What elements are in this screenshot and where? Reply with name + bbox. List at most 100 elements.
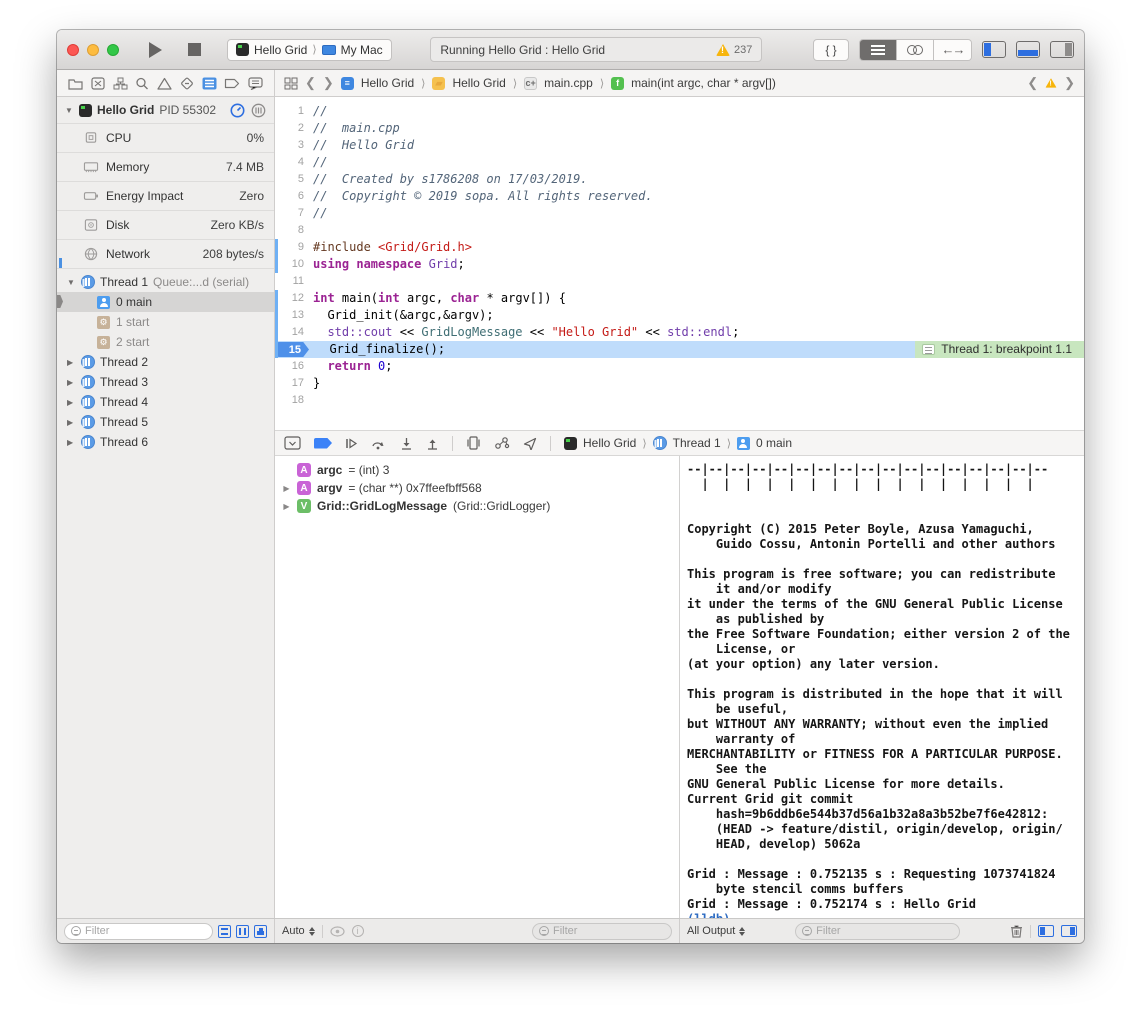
project-navigator-icon[interactable]: [68, 77, 83, 90]
thread-row[interactable]: ▶Thread 4: [57, 392, 274, 412]
step-out-icon[interactable]: [426, 437, 439, 450]
toggle-debug-area-button[interactable]: [1016, 41, 1040, 58]
issue-navigator-icon[interactable]: [157, 77, 172, 90]
forward-button[interactable]: ❯: [323, 75, 334, 91]
step-into-icon[interactable]: [400, 437, 413, 450]
gauge-row-disk[interactable]: DiskZero KB/s: [57, 210, 274, 239]
find-navigator-icon[interactable]: [135, 77, 149, 90]
close-window-button[interactable]: [67, 44, 79, 56]
warning-count-badge[interactable]: 237: [716, 44, 752, 56]
stack-frame-row[interactable]: 0 main: [57, 292, 274, 312]
thread-row[interactable]: ▼Thread 1Queue:...d (serial): [57, 272, 274, 292]
run-button[interactable]: [149, 42, 162, 58]
simulate-location-icon[interactable]: [523, 437, 537, 450]
console-filter-field[interactable]: Filter: [795, 923, 960, 940]
toggle-variables-view-icon[interactable]: [1038, 925, 1054, 937]
code-line-2[interactable]: 2// main.cpp: [275, 120, 1084, 137]
thread-row[interactable]: ▶Thread 6: [57, 432, 274, 452]
code-line-11[interactable]: 11: [275, 273, 1084, 290]
toggle-navigator-button[interactable]: [982, 41, 1006, 58]
line-number[interactable]: 11: [275, 273, 313, 290]
process-row[interactable]: ▼ Hello Grid PID 55302: [57, 97, 274, 123]
variables-view[interactable]: Aargc= (int) 3▶Aargv= (char **) 0x7ffeef…: [275, 456, 680, 918]
line-number[interactable]: 3: [275, 137, 313, 154]
continue-icon[interactable]: [345, 437, 358, 450]
variables-filter-field[interactable]: Filter: [532, 923, 672, 940]
line-number[interactable]: 8: [275, 222, 313, 239]
assistant-editor-button[interactable]: [897, 40, 934, 60]
disclosure-triangle[interactable]: ▶: [67, 378, 76, 387]
line-number[interactable]: 12: [275, 290, 313, 307]
issue-warning-icon[interactable]: [1045, 78, 1056, 88]
line-number[interactable]: 17: [275, 375, 313, 392]
thread-row[interactable]: ▶Thread 5: [57, 412, 274, 432]
code-line-5[interactable]: 5// Created by s1786208 on 17/03/2019.: [275, 171, 1084, 188]
toggle-console-view-icon[interactable]: [1061, 925, 1077, 937]
breakpoint-navigator-icon[interactable]: [224, 77, 240, 90]
gauge-row-memory[interactable]: Memory7.4 MB: [57, 152, 274, 181]
debug-navigator-icon[interactable]: [202, 77, 217, 90]
stop-button[interactable]: [188, 43, 201, 56]
line-number[interactable]: 10: [275, 256, 313, 273]
code-line-14[interactable]: 14 std::cout << GridLogMessage << "Hello…: [275, 324, 1084, 341]
memory-graph-debug-icon[interactable]: [494, 436, 510, 450]
code-line-13[interactable]: 13 Grid_init(&argc,&argv);: [275, 307, 1084, 324]
standard-editor-button[interactable]: [860, 40, 897, 60]
current-line-breakpoint-badge[interactable]: 15: [277, 342, 309, 357]
variable-row[interactable]: Aargc= (int) 3: [275, 461, 679, 479]
stack-frame-row[interactable]: ⚙2 start: [57, 332, 274, 352]
code-line-16[interactable]: 16 return 0;: [275, 358, 1084, 375]
test-navigator-icon[interactable]: [180, 77, 194, 90]
debug-crumb-frame[interactable]: 0 main: [756, 436, 792, 450]
line-number[interactable]: 16: [275, 358, 313, 375]
code-line-1[interactable]: 1//: [275, 103, 1084, 120]
code-line-10[interactable]: 10using namespace Grid;: [275, 256, 1084, 273]
step-over-icon[interactable]: [371, 437, 387, 450]
stack-frame-row[interactable]: ⚙1 start: [57, 312, 274, 332]
variable-row[interactable]: ▶Aargv= (char **) 0x7ffeefbff568: [275, 479, 679, 497]
disclosure-triangle[interactable]: ▶: [67, 418, 76, 427]
code-line-7[interactable]: 7//: [275, 205, 1084, 222]
scheme-selector[interactable]: Hello Grid ⟩ My Mac: [227, 39, 392, 61]
console-scope-dropdown[interactable]: All Output: [687, 925, 745, 937]
line-number[interactable]: 6: [275, 188, 313, 205]
zoom-window-button[interactable]: [107, 44, 119, 56]
filter-crashed-threads-icon[interactable]: [254, 925, 267, 938]
gauge-row-energy-impact[interactable]: Energy ImpactZero: [57, 181, 274, 210]
library-button[interactable]: { }: [813, 39, 849, 61]
breakpoint-annotation[interactable]: Thread 1: breakpoint 1.1: [915, 341, 1084, 358]
back-button[interactable]: ❮: [305, 75, 316, 91]
disclosure-triangle[interactable]: ▶: [282, 502, 291, 511]
filter-source-frames-icon[interactable]: [236, 925, 249, 938]
code-line-3[interactable]: 3// Hello Grid: [275, 137, 1084, 154]
disclosure-triangle[interactable]: ▶: [67, 358, 76, 367]
version-editor-button[interactable]: ←→: [934, 40, 971, 60]
toggle-inspector-button[interactable]: [1050, 41, 1074, 58]
debug-crumb-process[interactable]: Hello Grid: [583, 436, 636, 450]
disclosure-triangle[interactable]: ▶: [282, 484, 291, 493]
line-number[interactable]: 18: [275, 392, 313, 409]
disclosure-triangle[interactable]: ▶: [67, 438, 76, 447]
disclosure-triangle[interactable]: ▶: [67, 398, 76, 407]
line-number[interactable]: 7: [275, 205, 313, 222]
breadcrumb-symbol[interactable]: main(int argc, char * argv[]): [631, 76, 776, 90]
view-hierarchy-icon[interactable]: [466, 436, 481, 450]
source-editor[interactable]: 1//2// main.cpp3// Hello Grid4//5// Crea…: [275, 97, 1084, 430]
code-line-17[interactable]: 17}: [275, 375, 1084, 392]
performance-gauge-icon[interactable]: [230, 103, 245, 118]
quicklook-eye-icon[interactable]: [330, 926, 345, 937]
clear-console-icon[interactable]: [1010, 924, 1023, 938]
line-number[interactable]: 5: [275, 171, 313, 188]
debug-crumb-thread[interactable]: Thread 1: [673, 436, 721, 450]
memory-graph-icon[interactable]: [251, 103, 266, 118]
breadcrumb-group[interactable]: Hello Grid: [452, 76, 505, 90]
symbol-navigator-icon[interactable]: [113, 77, 128, 90]
gauge-row-cpu[interactable]: CPU0%: [57, 123, 274, 152]
code-line-12[interactable]: 12int main(int argc, char * argv[]) {: [275, 290, 1084, 307]
filter-running-blocks-icon[interactable]: [218, 925, 231, 938]
code-line-9[interactable]: 9#include <Grid/Grid.h>: [275, 239, 1084, 256]
variables-scope-dropdown[interactable]: Auto: [282, 925, 315, 937]
code-line-15[interactable]: 15 Grid_finalize();Thread 1: breakpoint …: [275, 341, 1084, 358]
info-icon[interactable]: i: [352, 925, 364, 937]
line-number[interactable]: 2: [275, 120, 313, 137]
